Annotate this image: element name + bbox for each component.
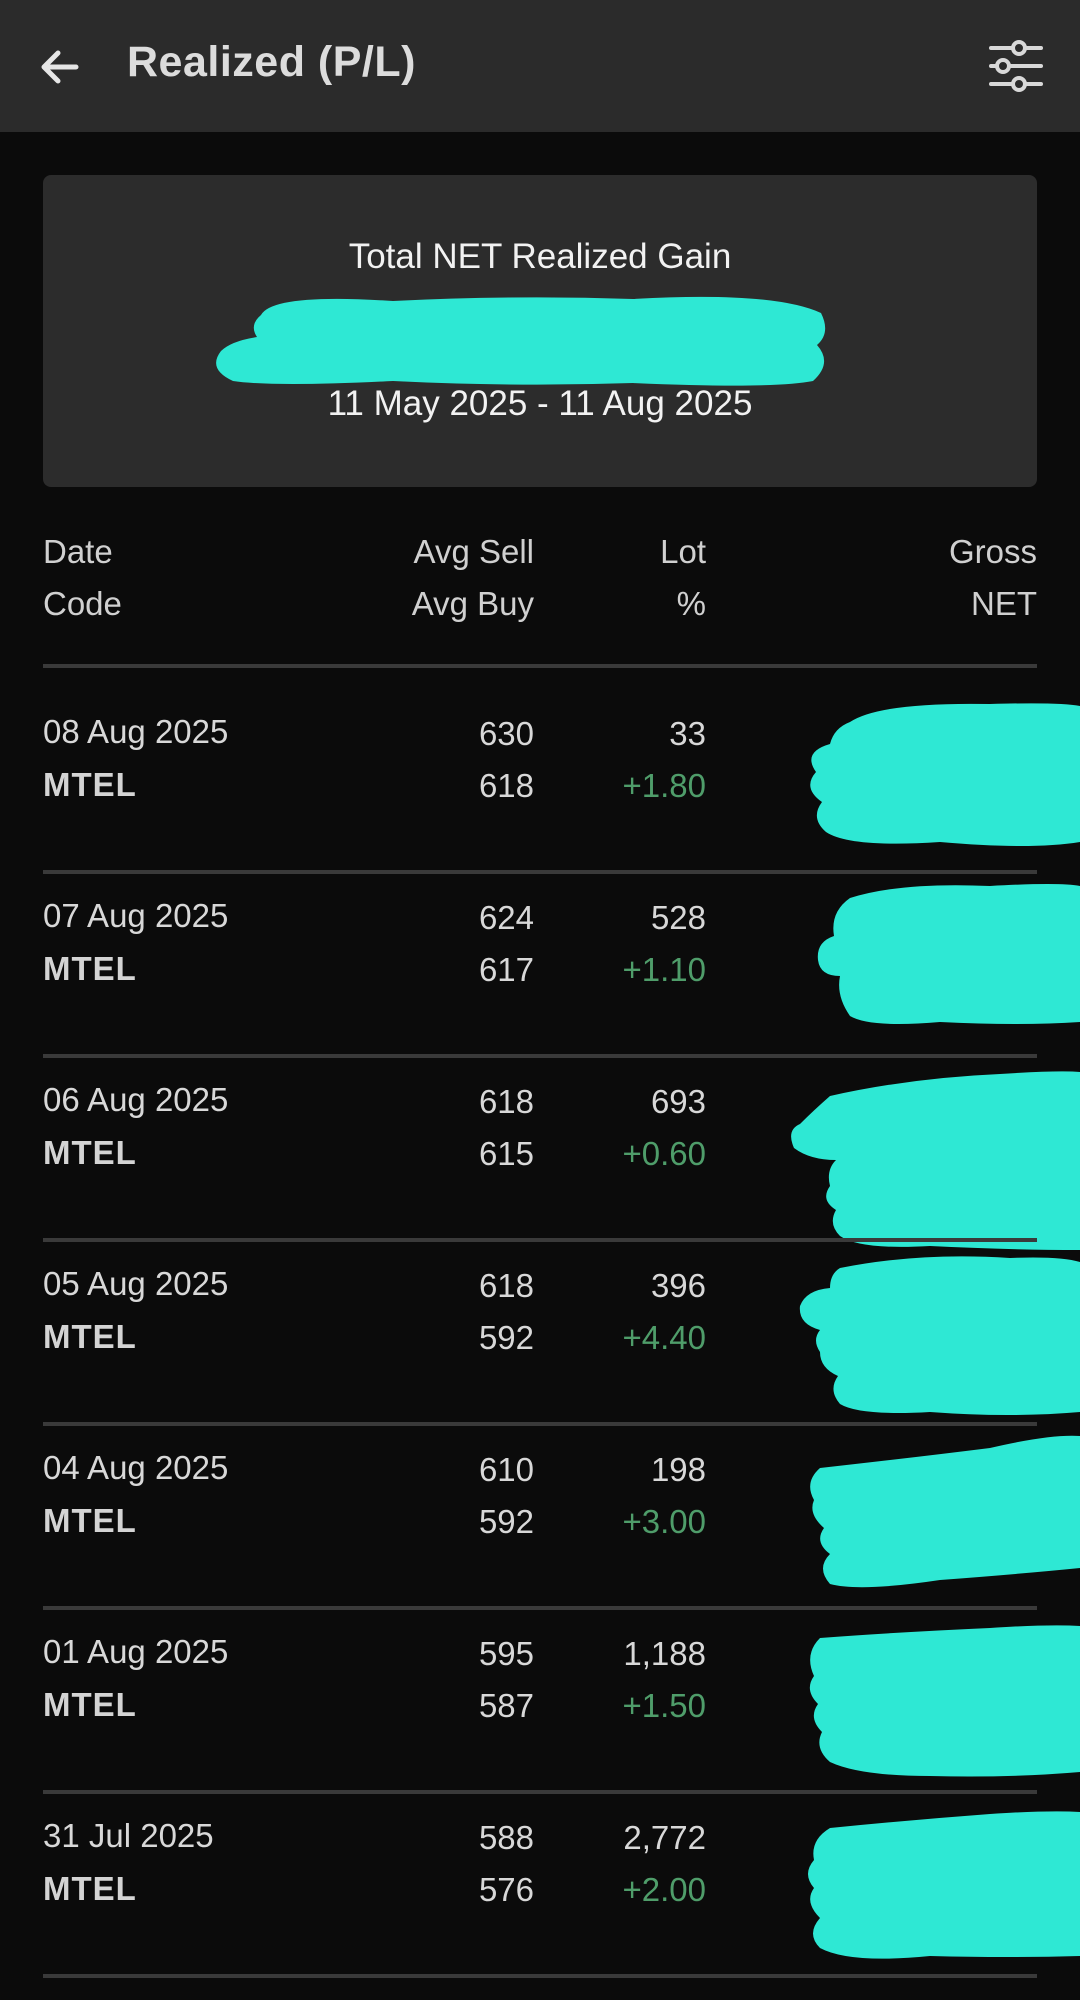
row-percent: +0.60 [622, 1135, 707, 1172]
row-avg-buy: 592 [478, 1503, 534, 1540]
back-button[interactable] [36, 40, 90, 94]
row-avg-sell: 624 [478, 899, 534, 936]
row-avg-buy: 592 [478, 1319, 534, 1356]
filter-button[interactable] [986, 36, 1046, 96]
header-percent: % [676, 585, 706, 622]
row-percent: +3.00 [622, 1503, 707, 1540]
header-code: Code [43, 585, 122, 622]
top-app-bar: Realized (P/L) [0, 0, 1080, 132]
row-percent: +4.40 [622, 1319, 707, 1356]
row-avg-sell: 618 [478, 1083, 534, 1120]
row-lot: 693 [650, 1083, 706, 1120]
redacted-gross-net [790, 692, 1080, 857]
table-row[interactable]: 06 Aug 2025 MTEL 618 615 693 +0.60 [0, 1056, 1080, 1250]
row-date: 07 Aug 2025 [43, 897, 229, 934]
row-percent: +1.10 [622, 951, 707, 988]
row-percent: +1.80 [622, 767, 707, 804]
row-date: 04 Aug 2025 [43, 1449, 229, 1486]
redacted-gross-net [790, 1244, 1080, 1429]
header-lot: Lot [660, 533, 706, 570]
header-gross: Gross [948, 533, 1037, 570]
summary-label: Total NET Realized Gain [348, 237, 732, 276]
table-row[interactable]: 07 Aug 2025 MTEL 624 617 528 +1.10 [0, 872, 1080, 1056]
redacted-gross-net [790, 1060, 1080, 1265]
redacted-gross-net [790, 876, 1080, 1041]
row-lot: 396 [650, 1267, 706, 1304]
row-lot: 2,772 [623, 1819, 706, 1856]
header-avg-sell: Avg Sell [413, 533, 534, 570]
row-code: MTEL [43, 1686, 137, 1723]
row-avg-buy: 618 [478, 767, 534, 804]
row-code: MTEL [43, 1318, 137, 1355]
row-lot: 198 [650, 1451, 706, 1488]
row-lot: 528 [650, 899, 706, 936]
redacted-gross-net [790, 1428, 1080, 1603]
redacted-total-value [213, 285, 833, 400]
row-lot: 1,188 [623, 1635, 706, 1672]
summary-card: Total NET Realized Gain 11 May 2025 - 11… [43, 175, 1037, 487]
row-date: 06 Aug 2025 [43, 1081, 229, 1118]
header-net: NET [971, 585, 1037, 622]
row-code: MTEL [43, 1870, 137, 1907]
row-avg-sell: 618 [478, 1267, 534, 1304]
row-code: MTEL [43, 950, 137, 987]
row-divider [43, 1974, 1037, 1978]
table-row[interactable]: 31 Jul 2025 MTEL 588 576 2,772 +2.00 [0, 1792, 1080, 1976]
row-avg-sell: 595 [478, 1635, 534, 1672]
row-avg-sell: 610 [478, 1451, 534, 1488]
row-avg-sell: 588 [478, 1819, 534, 1856]
header-divider [43, 664, 1037, 668]
row-date: 08 Aug 2025 [43, 713, 229, 750]
redacted-gross-net [790, 1796, 1080, 1971]
page-title: Realized (P/L) [127, 38, 416, 86]
row-date: 05 Aug 2025 [43, 1265, 229, 1302]
row-lot: 33 [669, 715, 706, 752]
row-code: MTEL [43, 766, 137, 803]
header-date: Date [43, 533, 113, 570]
row-avg-buy: 587 [478, 1687, 534, 1724]
row-code: MTEL [43, 1502, 137, 1539]
row-date: 01 Aug 2025 [43, 1633, 229, 1670]
sliders-icon [989, 40, 1043, 92]
table-row[interactable]: 04 Aug 2025 MTEL 610 592 198 +3.00 [0, 1424, 1080, 1608]
table-row[interactable]: 05 Aug 2025 MTEL 618 592 396 +4.40 [0, 1240, 1080, 1424]
summary-date-range: 11 May 2025 - 11 Aug 2025 [327, 384, 753, 423]
row-percent: +2.00 [622, 1871, 707, 1908]
row-avg-buy: 615 [478, 1135, 534, 1172]
redacted-gross-net [790, 1612, 1080, 1787]
row-date: 31 Jul 2025 [43, 1817, 214, 1854]
row-percent: +1.50 [622, 1687, 707, 1724]
table-row[interactable]: 08 Aug 2025 MTEL 630 618 33 +1.80 [0, 688, 1080, 872]
header-avg-buy: Avg Buy [411, 585, 534, 622]
arrow-left-icon [41, 50, 79, 84]
row-code: MTEL [43, 1134, 137, 1171]
row-avg-sell: 630 [478, 715, 534, 752]
table-row[interactable]: 01 Aug 2025 MTEL 595 587 1,188 +1.50 [0, 1608, 1080, 1792]
row-avg-buy: 576 [478, 1871, 534, 1908]
row-avg-buy: 617 [478, 951, 534, 988]
